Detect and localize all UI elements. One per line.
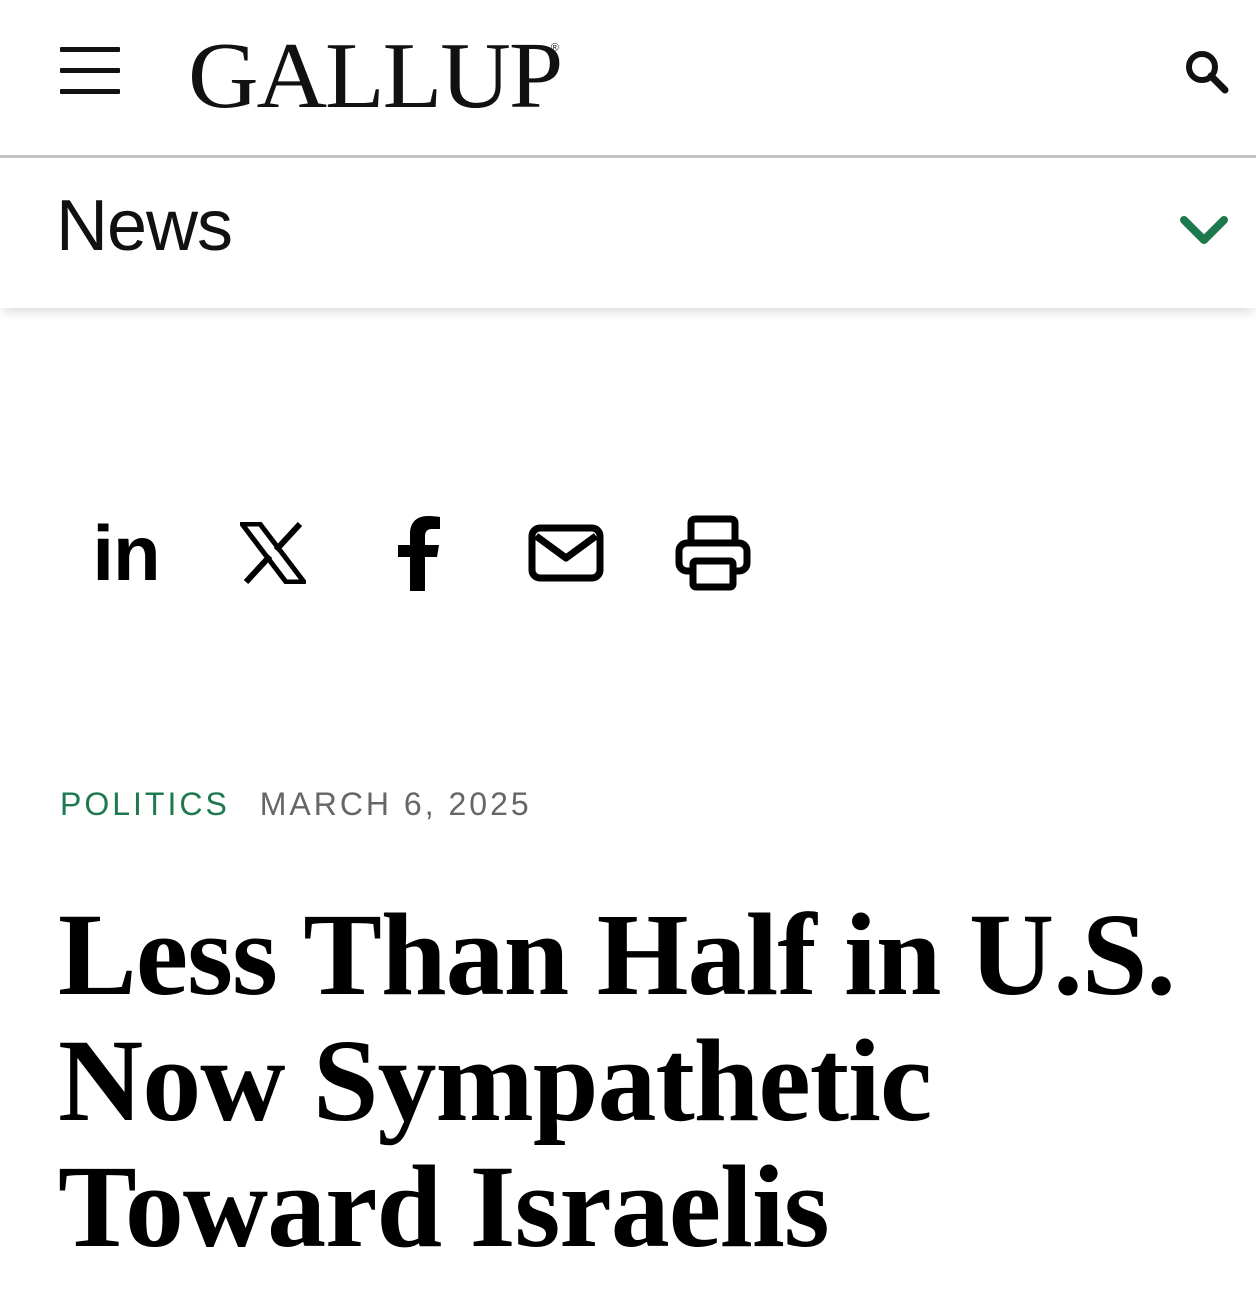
share-toolbar: in <box>0 505 1256 605</box>
menu-bar-line <box>60 68 120 73</box>
hamburger-icon[interactable] <box>58 44 122 98</box>
article-headline: Less Than Half in U.S. Now Sympathetic T… <box>58 889 1176 1272</box>
gallup-logo[interactable]: GALLUP ® <box>188 28 563 124</box>
menu-bar-line <box>60 47 120 52</box>
section-title: News <box>56 186 233 266</box>
email-icon[interactable] <box>518 505 614 601</box>
logo-text: GALLUP <box>188 24 563 128</box>
section-selector[interactable]: News <box>0 158 1256 308</box>
category-link[interactable]: POLITICS <box>60 786 230 822</box>
x-icon[interactable] <box>225 505 321 601</box>
menu-bar-line <box>60 89 120 94</box>
linkedin-icon[interactable]: in <box>78 505 174 601</box>
article-meta: POLITICS MARCH 6, 2025 <box>60 784 532 824</box>
publish-date: MARCH 6, 2025 <box>259 786 532 822</box>
facebook-icon[interactable] <box>371 505 467 601</box>
search-icon[interactable] <box>1180 44 1234 98</box>
print-icon[interactable] <box>665 505 761 601</box>
chevron-down-icon[interactable] <box>1176 210 1232 250</box>
linkedin-glyph: in <box>92 509 160 597</box>
site-header: GALLUP ® <box>0 0 1256 158</box>
